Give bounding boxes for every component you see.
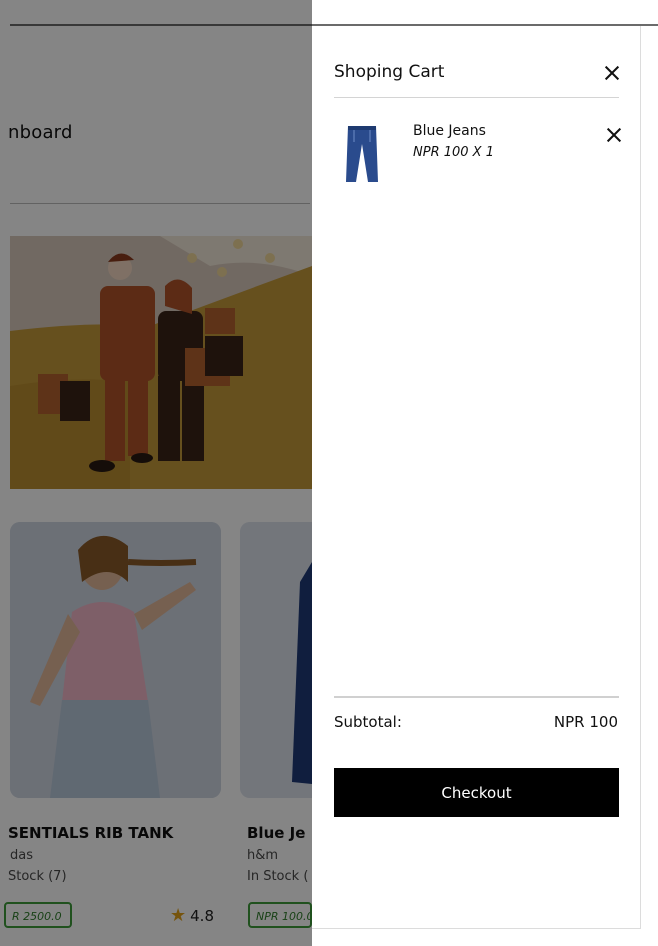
cart-item-name: Blue Jeans: [413, 123, 486, 139]
checkout-button[interactable]: Checkout: [334, 768, 619, 817]
remove-item-icon[interactable]: [606, 127, 620, 141]
jeans-thumbnail: [346, 126, 378, 182]
modal-backdrop[interactable]: [0, 0, 312, 946]
close-icon[interactable]: [604, 65, 620, 81]
cart-item-price: NPR 100 X 1: [413, 145, 494, 160]
subtotal-label: Subtotal:: [334, 713, 402, 731]
cart-header-divider: [334, 97, 619, 98]
subtotal-value: NPR 100: [553, 713, 618, 731]
cart-title: Shoping Cart: [334, 62, 445, 82]
shopping-cart-drawer: Shoping Cart Blue Jeans NPR 100 X 1 Subt…: [312, 26, 641, 929]
subtotal-divider: [334, 696, 619, 698]
